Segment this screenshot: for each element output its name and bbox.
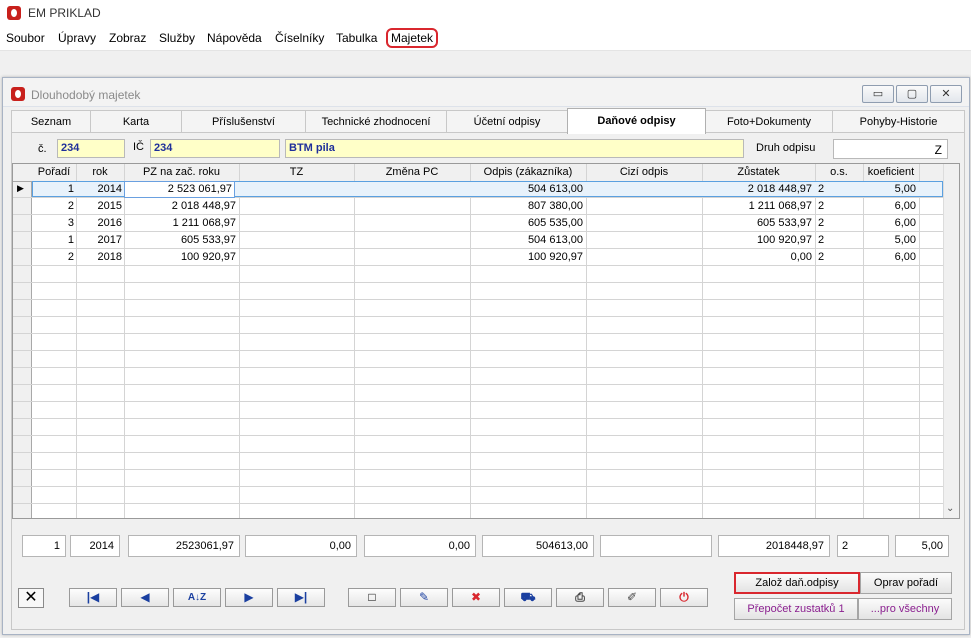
name-field[interactable]: BTM pila (285, 139, 744, 158)
row-indicator-column: ▶ (13, 164, 32, 518)
header-zustatek[interactable]: Zůstatek (702, 164, 815, 181)
tab-prislusenstvi[interactable]: Příslušenství (181, 110, 306, 133)
power-icon: ⏻ (679, 590, 689, 604)
vertical-scrollbar[interactable]: ⌄ (943, 164, 959, 518)
first-record-button[interactable]: |◀ (69, 588, 117, 607)
summary-cizi-odpis (600, 535, 712, 557)
ic-label: IČ (133, 141, 144, 153)
odpisy-table: ▶ Pořadí rok PZ na zač. roku TZ Změna PC… (12, 163, 960, 519)
delete-icon: ✖ (470, 590, 482, 604)
current-row-icon: ▶ (17, 183, 24, 193)
header-poradi[interactable]: Pořadí (32, 164, 76, 181)
last-icon: ▶| (294, 590, 308, 604)
header-tz[interactable]: TZ (239, 164, 354, 181)
window-title: Dlouhodobý majetek (31, 88, 141, 102)
pen-button[interactable]: ✐ (608, 588, 656, 607)
summary-tz: 0,00 (245, 535, 357, 557)
menu-tabulka[interactable]: Tabulka (336, 31, 377, 45)
summary-poradi: 1 (22, 535, 66, 557)
minimize-icon: ▭ (872, 88, 884, 100)
power-button[interactable]: ⏻ (660, 588, 708, 607)
delete-record-button[interactable]: ✖ (452, 588, 500, 607)
prev-icon: ◀ (140, 590, 150, 604)
table-header: Pořadí rok PZ na zač. roku TZ Změna PC O… (13, 164, 943, 182)
new-document-icon: □ (368, 590, 376, 604)
header-rok[interactable]: rok (76, 164, 124, 181)
ic-field[interactable]: 234 (150, 139, 280, 158)
menu-napoveda[interactable]: Nápověda (207, 31, 262, 45)
close-icon: ✕ (941, 88, 951, 100)
header-pz[interactable]: PZ na zač. roku (124, 164, 239, 181)
summary-zmena-pc: 0,00 (364, 535, 476, 557)
header-os[interactable]: o.s. (815, 164, 863, 181)
menu-soubor[interactable]: Soubor (6, 31, 45, 45)
prepocet-zustatku-button[interactable]: Přepočet zustatků 1 (734, 598, 858, 620)
summary-koeficient: 5,00 (895, 535, 949, 557)
edit-record-button[interactable]: ✎ (400, 588, 448, 607)
summary-rok: 2014 (70, 535, 120, 557)
print-icon: ⎙ (575, 590, 585, 604)
new-record-button[interactable]: □ (348, 588, 396, 607)
maximize-icon: ▢ (906, 88, 918, 100)
print-button[interactable]: ⎙ (556, 588, 604, 607)
next-icon: ▶ (244, 590, 254, 604)
tab-foto-dokumenty[interactable]: Foto+Dokumenty (705, 110, 833, 133)
app-title-bar: EM PRIKLAD (0, 0, 971, 27)
summary-pz: 2523061,97 (128, 535, 240, 557)
minimize-button[interactable]: ▭ (862, 85, 894, 103)
active-cell-pz[interactable]: 2 523 061,97 (124, 181, 235, 198)
c-label: č. (38, 143, 47, 155)
window-logo-icon (11, 87, 25, 101)
zaloz-dan-odpisy-button[interactable]: Založ daň.odpisy (734, 572, 860, 594)
pen-icon: ✐ (626, 590, 638, 604)
header-koeficient[interactable]: koeficient (863, 164, 919, 181)
view-button[interactable]: ⛟ (504, 588, 552, 607)
menu-upravy[interactable]: Úpravy (58, 31, 96, 45)
druh-odpisu-field[interactable]: Z (833, 139, 948, 159)
tab-ucetni-odpisy[interactable]: Účetní odpisy (446, 110, 568, 133)
druh-odpisu-label: Druh odpisu (756, 142, 816, 154)
next-record-button[interactable]: ▶ (225, 588, 273, 607)
oprav-poradi-button[interactable]: Oprav pořadí (860, 572, 952, 594)
edit-icon: ✎ (418, 590, 430, 604)
prev-record-button[interactable]: ◀ (121, 588, 169, 607)
pro-vsechny-button[interactable]: ...pro všechny (858, 598, 952, 620)
tab-seznam[interactable]: Seznam (11, 110, 91, 133)
window-title-bar: Dlouhodobý majetek ▭ ▢ ✕ (3, 78, 969, 107)
sort-az-icon: A↓Z (187, 592, 207, 603)
close-window-button[interactable]: ✕ (930, 85, 962, 103)
close-x-icon: ✕ (24, 589, 38, 606)
header-odpis[interactable]: Odpis (zákazníka) (470, 164, 586, 181)
header-zmena-pc[interactable]: Změna PC (354, 164, 470, 181)
maximize-button[interactable]: ▢ (896, 85, 928, 103)
app-title: EM PRIKLAD (28, 6, 101, 20)
close-form-button[interactable]: ✕ (18, 588, 44, 608)
menu-zobraz[interactable]: Zobraz (109, 31, 146, 45)
tab-bar: Seznam Karta Příslušenství Technické zho… (11, 108, 965, 134)
first-icon: |◀ (86, 590, 100, 604)
summary-odpis: 504613,00 (482, 535, 594, 557)
menu-ciselniky[interactable]: Číselníky (275, 31, 324, 45)
tab-karta[interactable]: Karta (90, 110, 182, 133)
summary-os: 2 (837, 535, 889, 557)
tab-technicke-zhodnoceni[interactable]: Technické zhodnocení (305, 110, 447, 133)
c-field[interactable]: 234 (57, 139, 125, 158)
view-icon: ⛟ (520, 590, 536, 604)
scroll-down-icon[interactable]: ⌄ (946, 503, 954, 514)
last-record-button[interactable]: ▶| (277, 588, 325, 607)
summary-zustatek: 2018448,97 (718, 535, 830, 557)
tab-danove-odpisy[interactable]: Daňové odpisy (567, 108, 706, 134)
menu-bar: Soubor Úpravy Zobraz Služby Nápověda Čís… (0, 27, 971, 51)
sort-button[interactable]: A↓Z (173, 588, 221, 607)
app-logo-icon (7, 6, 21, 20)
menu-majetek[interactable]: Majetek (386, 28, 439, 48)
tab-pohyby-historie[interactable]: Pohyby-Historie (832, 110, 965, 133)
header-cizi-odpis[interactable]: Cizí odpis (586, 164, 702, 181)
menu-sluzby[interactable]: Služby (159, 31, 195, 45)
